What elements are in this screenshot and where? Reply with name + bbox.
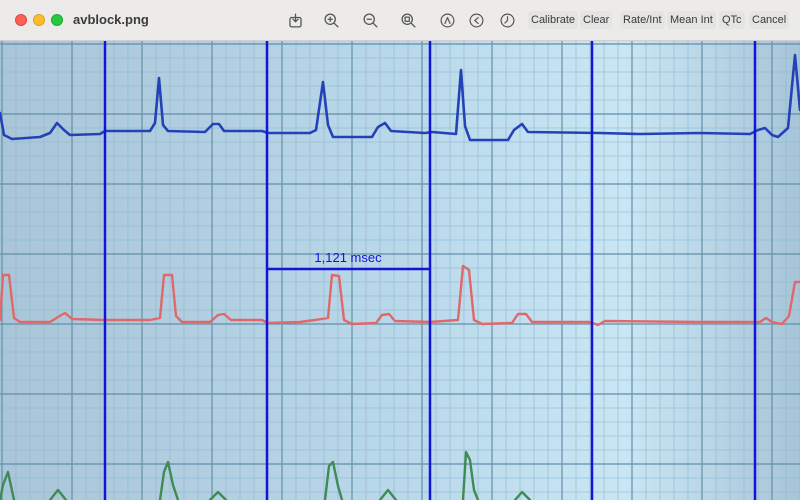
- rotate-clockwise-icon[interactable]: [496, 9, 518, 31]
- qtc-button[interactable]: QTc: [719, 11, 745, 29]
- ecg-image-viewer[interactable]: 1,121 msec: [0, 41, 800, 500]
- zoom-to-fit-icon[interactable]: [397, 9, 419, 31]
- zoom-out-icon[interactable]: [359, 9, 381, 31]
- ecg-image: 1,121 msec: [0, 41, 800, 500]
- close-window-button[interactable]: [15, 14, 27, 26]
- markup-icon[interactable]: [436, 9, 458, 31]
- zoom-in-icon[interactable]: [320, 9, 342, 31]
- zoom-window-button[interactable]: [51, 14, 63, 26]
- app-window: avblock.png Calibrate Clear Rate/Int Mea…: [0, 0, 800, 500]
- window-title: avblock.png: [73, 12, 149, 27]
- calibrate-button[interactable]: Calibrate: [528, 11, 579, 29]
- export-icon[interactable]: [284, 9, 306, 31]
- minimize-window-button[interactable]: [33, 14, 45, 26]
- rotate-left-icon[interactable]: [465, 9, 487, 31]
- rate-int-button[interactable]: Rate/Int: [620, 11, 665, 29]
- mean-int-button[interactable]: Mean Int: [667, 11, 716, 29]
- title-bar: avblock.png Calibrate Clear Rate/Int Mea…: [0, 0, 800, 41]
- cancel-button[interactable]: Cancel: [749, 11, 790, 29]
- ecg-paper-background: [0, 41, 800, 500]
- clear-button[interactable]: Clear: [580, 11, 613, 29]
- measurement-label: 1,121 msec: [314, 250, 382, 265]
